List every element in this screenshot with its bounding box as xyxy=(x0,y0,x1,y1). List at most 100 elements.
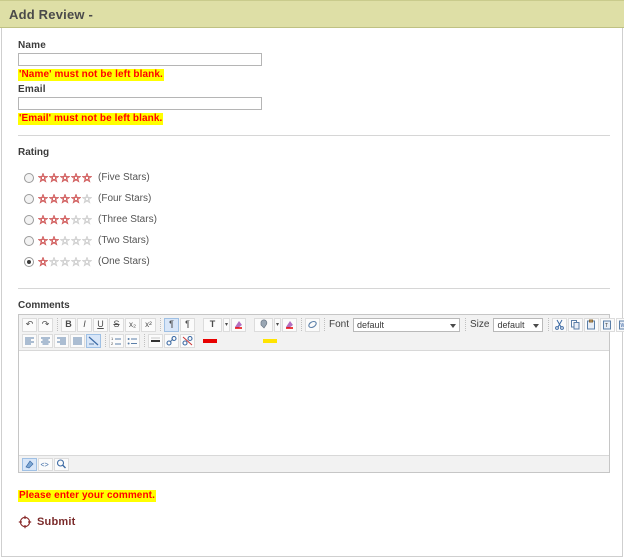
rating-radio-1[interactable] xyxy=(24,256,34,267)
unlink-icon[interactable] xyxy=(180,333,195,348)
rating-label: Rating xyxy=(18,147,50,158)
rating-option-row[interactable]: (Three Stars) xyxy=(18,209,610,230)
remove-format-icon[interactable] xyxy=(86,333,101,348)
name-label: Name xyxy=(18,40,47,51)
comments-section: Comments ↶ ↷ B I U S x₂ x² ¶ ¶ T ▾ ▾ Fon… xyxy=(18,300,624,529)
paste-text-icon[interactable]: T xyxy=(600,317,616,332)
separator xyxy=(324,318,325,331)
preview-icon[interactable] xyxy=(54,457,69,471)
paste-word-icon[interactable]: W xyxy=(616,317,624,332)
paste-icon[interactable] xyxy=(584,317,600,332)
star-filled-icon xyxy=(49,235,59,246)
rating-radio-2[interactable] xyxy=(24,235,34,246)
undo-icon[interactable]: ↶ xyxy=(22,317,37,332)
horizontal-rule-icon[interactable] xyxy=(148,333,163,348)
editor-content-area[interactable] xyxy=(19,351,609,455)
rating-radio-3[interactable] xyxy=(24,214,34,225)
font-select[interactable]: default xyxy=(353,317,461,332)
email-input[interactable] xyxy=(18,97,262,110)
size-label: Size xyxy=(470,319,490,330)
star-filled-icon xyxy=(71,172,81,183)
source-code-icon[interactable]: <> xyxy=(38,457,53,471)
rating-option-row[interactable]: (Two Stars) xyxy=(18,230,610,251)
ordered-list-icon[interactable]: 12 xyxy=(109,333,124,348)
submit-button[interactable]: Submit xyxy=(18,515,88,529)
size-select-value: default xyxy=(497,319,525,330)
rating-radio-4[interactable] xyxy=(24,193,34,204)
redo-icon[interactable]: ↷ xyxy=(38,317,53,332)
chevron-down-icon xyxy=(450,323,457,328)
comments-label: Comments xyxy=(18,300,70,311)
highlight-color-dropdown[interactable]: ▾ xyxy=(274,317,281,332)
email-error: 'Email' must not be left blank. xyxy=(18,113,164,125)
star-filled-icon xyxy=(82,172,92,183)
highlight-color-picker-icon[interactable] xyxy=(282,317,297,332)
text-color-icon[interactable]: T xyxy=(203,317,222,332)
rating-section: Rating (Five Stars) (Four Stars) (Three St… xyxy=(18,147,610,272)
star-filled-icon xyxy=(60,172,70,183)
rtl-direction-icon[interactable]: ¶ xyxy=(180,317,195,332)
rating-stars xyxy=(38,235,93,246)
toolbar-row-1: ↶ ↷ B I U S x₂ x² ¶ ¶ T ▾ ▾ Font default… xyxy=(22,317,624,332)
design-mode-icon[interactable] xyxy=(22,457,37,471)
highlight-color-swatch[interactable] xyxy=(263,338,277,343)
star-filled-icon xyxy=(71,193,81,204)
star-filled-icon xyxy=(38,235,48,246)
highlight-color-icon[interactable] xyxy=(254,317,273,332)
text-color-dropdown[interactable]: ▾ xyxy=(223,317,230,332)
star-empty-icon xyxy=(82,193,92,204)
rating-option-row[interactable]: (Four Stars) xyxy=(18,188,610,209)
email-label: Email xyxy=(18,84,46,95)
rating-option-label: (Four Stars) xyxy=(98,193,152,204)
star-filled-icon xyxy=(38,193,48,204)
rating-option-row[interactable]: (Five Stars) xyxy=(18,167,610,188)
name-input[interactable] xyxy=(18,53,262,66)
text-color-swatch[interactable] xyxy=(203,338,217,343)
star-filled-icon xyxy=(38,256,48,267)
page-header: Add Review - xyxy=(0,0,624,28)
star-filled-icon xyxy=(60,214,70,225)
separator xyxy=(160,318,161,331)
size-select[interactable]: default xyxy=(493,317,544,332)
align-left-icon[interactable] xyxy=(22,333,37,348)
star-filled-icon xyxy=(49,214,59,225)
strikethrough-icon[interactable]: S xyxy=(109,317,124,332)
rating-stars xyxy=(38,256,93,267)
svg-text:2: 2 xyxy=(111,341,114,346)
submit-target-icon xyxy=(18,515,32,529)
insert-link-icon[interactable] xyxy=(164,333,179,348)
star-empty-icon xyxy=(49,256,59,267)
rating-radio-5[interactable] xyxy=(24,172,34,183)
ltr-direction-icon[interactable]: ¶ xyxy=(164,317,179,332)
editor-toolbar: ↶ ↷ B I U S x₂ x² ¶ ¶ T ▾ ▾ Font default… xyxy=(19,315,624,351)
form-panel: Name 'Name' must not be left blank. Emai… xyxy=(1,28,624,557)
subscript-icon[interactable]: x₂ xyxy=(125,317,140,332)
text-color-picker-icon[interactable] xyxy=(231,317,246,332)
copy-icon[interactable] xyxy=(568,317,584,332)
svg-text:<>: <> xyxy=(41,462,49,469)
align-justify-icon[interactable] xyxy=(70,333,85,348)
cut-icon[interactable] xyxy=(552,317,568,332)
rating-option-label: (One Stars) xyxy=(98,256,150,267)
star-filled-icon xyxy=(38,172,48,183)
separator xyxy=(301,318,302,331)
star-empty-icon xyxy=(71,256,81,267)
align-center-icon[interactable] xyxy=(38,333,53,348)
toolbar-row-2: 12 xyxy=(22,333,607,348)
rating-stars xyxy=(38,172,93,183)
underline-icon[interactable]: U xyxy=(93,317,108,332)
superscript-icon[interactable]: x² xyxy=(141,317,156,332)
rating-option-row[interactable]: (One Stars) xyxy=(18,251,610,272)
italic-icon[interactable]: I xyxy=(77,317,92,332)
editor-status-bar: <> xyxy=(19,455,609,472)
star-filled-icon xyxy=(49,193,59,204)
remove-styles-icon[interactable] xyxy=(305,317,320,332)
star-empty-icon xyxy=(71,235,81,246)
page-title: Add Review - xyxy=(9,6,94,22)
bold-icon[interactable]: B xyxy=(61,317,76,332)
separator xyxy=(548,318,550,331)
rating-option-label: (Three Stars) xyxy=(98,214,157,225)
unordered-list-icon[interactable] xyxy=(125,333,140,348)
align-right-icon[interactable] xyxy=(54,333,69,348)
star-empty-icon xyxy=(82,256,92,267)
